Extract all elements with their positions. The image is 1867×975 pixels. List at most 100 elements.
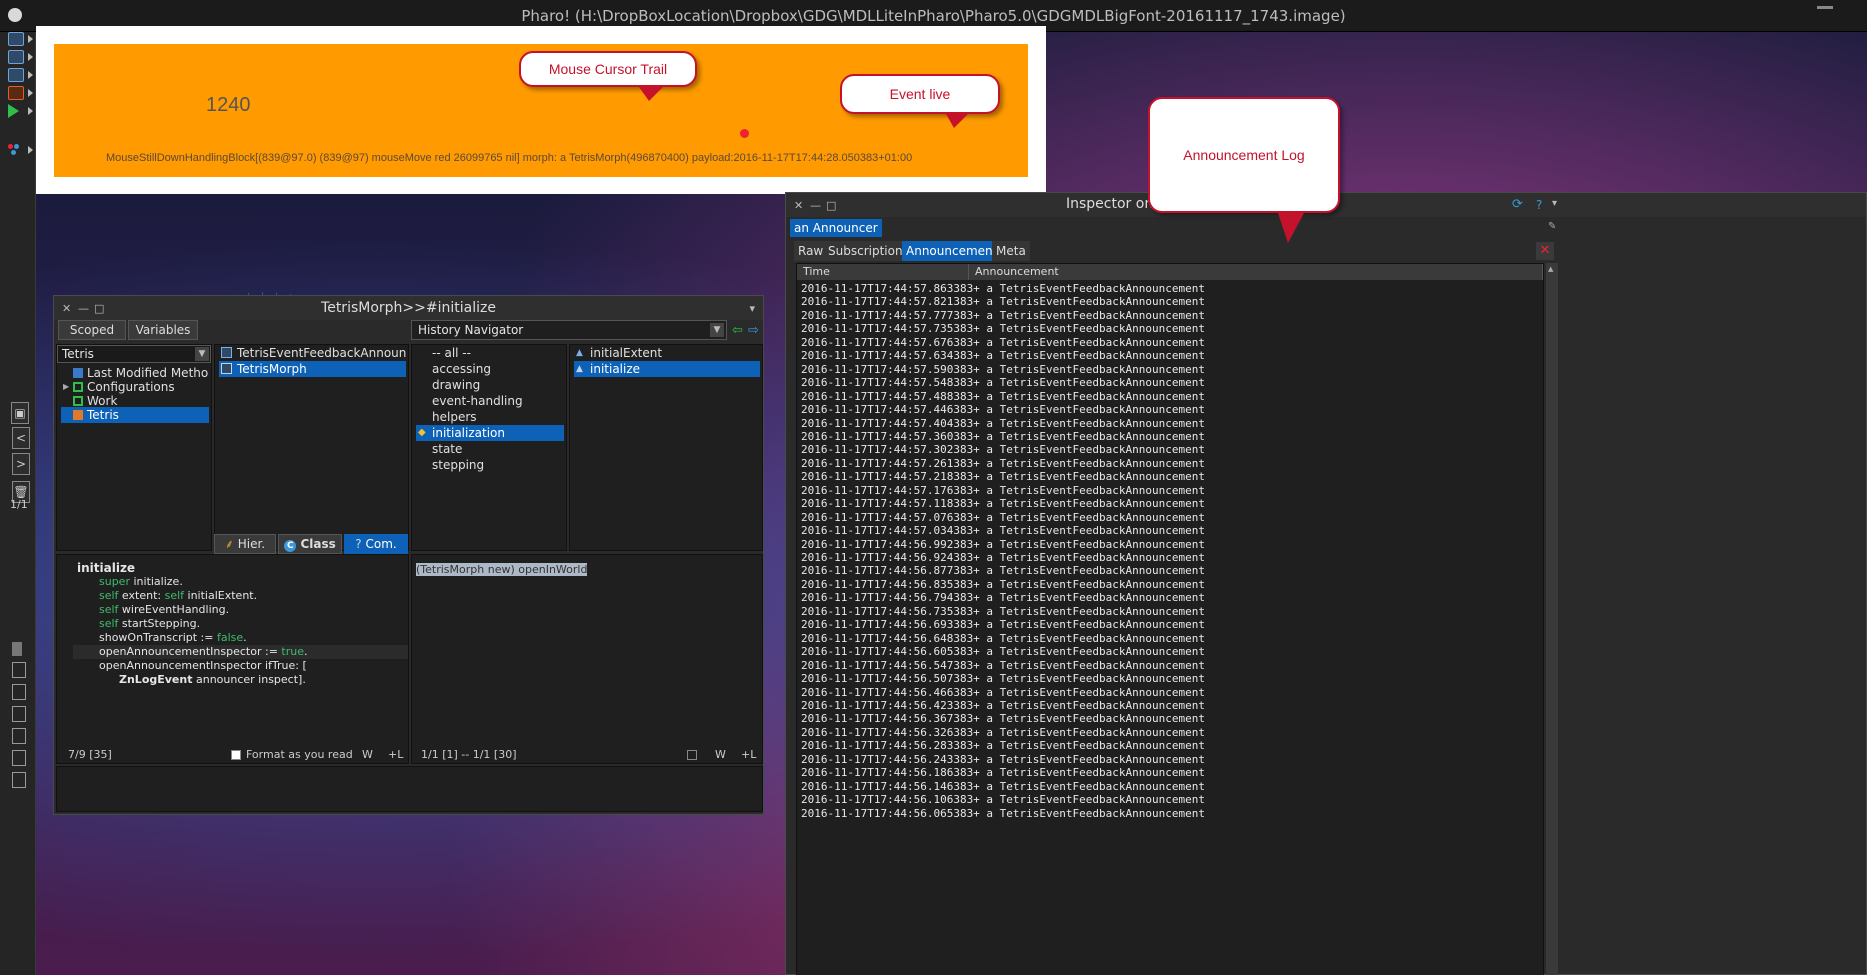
save-icon[interactable] [687,750,697,760]
class-item-selected[interactable]: TetrisMorph [219,361,406,377]
inspector-tool-icon[interactable] [8,50,24,64]
expand-arrow-icon[interactable] [28,71,33,79]
wrap-toggle[interactable]: W [362,746,373,764]
table-row[interactable]: 2016-11-17T17:44:57.777383+ a TetrisEven… [801,309,1205,322]
bottom-editor-pane[interactable] [56,766,763,812]
taskbar-window-thumb[interactable] [12,662,26,678]
protocol-item[interactable]: event-handling [416,393,564,409]
variables-button[interactable]: Variables [128,320,198,340]
table-row[interactable]: 2016-11-17T17:44:56.283383+ a TetrisEven… [801,739,1205,752]
table-row[interactable]: 2016-11-17T17:44:57.404383+ a TetrisEven… [801,417,1205,430]
table-row[interactable]: 2016-11-17T17:44:56.507383+ a TetrisEven… [801,672,1205,685]
browser-title-bar[interactable]: TetrisMorph>>#initialize [54,296,763,320]
table-row[interactable]: 2016-11-17T17:44:57.735383+ a TetrisEven… [801,322,1205,335]
table-row[interactable]: 2016-11-17T17:44:57.360383+ a TetrisEven… [801,430,1205,443]
chevron-down-icon[interactable]: ▼ [710,323,724,337]
workspace-tool-icon[interactable] [8,68,24,82]
table-row[interactable]: 2016-11-17T17:44:57.446383+ a TetrisEven… [801,403,1205,416]
expand-arrow-icon[interactable] [28,35,33,43]
table-row[interactable]: 2016-11-17T17:44:56.547383+ a TetrisEven… [801,659,1205,672]
table-row[interactable]: 2016-11-17T17:44:56.186383+ a TetrisEven… [801,766,1205,779]
expand-arrow-icon[interactable] [28,107,33,115]
table-row[interactable]: 2016-11-17T17:44:56.648383+ a TetrisEven… [801,632,1205,645]
table-row[interactable]: 2016-11-17T17:44:56.877383+ a TetrisEven… [801,564,1205,577]
previous-page-button[interactable]: < [12,427,30,449]
expand-arrow-icon[interactable] [28,89,33,97]
package-item-tetris[interactable]: Tetris [61,407,209,423]
code-editor[interactable]: initialize super initialize. self extent… [56,554,409,764]
maximize-icon[interactable]: □ [94,302,104,315]
table-row[interactable]: 2016-11-17T17:44:57.590383+ a TetrisEven… [801,363,1205,376]
comment-button[interactable]: ? Com. [344,534,408,554]
chevron-down-icon[interactable]: ▼ [195,347,209,361]
protocol-item[interactable]: accessing [416,361,564,377]
table-row[interactable]: 2016-11-17T17:44:57.261383+ a TetrisEven… [801,457,1205,470]
protocol-item-selected[interactable]: ◆ initialization [416,425,564,441]
scroll-up-arrow-icon[interactable]: ▲ [1548,265,1553,273]
class-item[interactable]: TetrisEventFeedbackAnnouncement [219,345,406,361]
column-header-announcement[interactable]: Announcement [969,264,1543,280]
taskbar-window-thumb[interactable] [12,706,26,722]
table-row[interactable]: 2016-11-17T17:44:56.605383+ a TetrisEven… [801,645,1205,658]
minimize-icon[interactable]: — [78,302,89,315]
tab-subscriptions[interactable]: Subscriptions [824,241,913,261]
table-row[interactable]: 2016-11-17T17:44:57.176383+ a TetrisEven… [801,484,1205,497]
class-side-button[interactable]: C Class [278,534,342,554]
table-row[interactable]: 2016-11-17T17:44:57.218383+ a TetrisEven… [801,470,1205,483]
protocol-item[interactable]: -- all -- [416,345,564,361]
line-numbers-toggle[interactable]: +L [388,746,403,764]
method-item-selected[interactable]: ▲ initialize [574,361,760,377]
history-forward-icon[interactable]: ⇨ [748,323,759,338]
close-icon[interactable]: ✕ [794,199,803,212]
protocol-item[interactable]: state [416,441,564,457]
package-filter-input[interactable]: Tetris ▼ [57,345,211,363]
table-row[interactable]: 2016-11-17T17:44:57.821383+ a TetrisEven… [801,295,1205,308]
help-icon[interactable]: ? [1536,198,1542,212]
tab-raw[interactable]: Raw [794,241,828,261]
close-pane-icon[interactable]: ✕ [1536,242,1554,260]
table-row[interactable]: 2016-11-17T17:44:57.634383+ a TetrisEven… [801,349,1205,362]
column-header-time[interactable]: Time [797,264,969,280]
table-row[interactable]: 2016-11-17T17:44:56.992383+ a TetrisEven… [801,538,1205,551]
expand-arrow-icon[interactable] [28,146,33,154]
table-row[interactable]: 2016-11-17T17:44:56.924383+ a TetrisEven… [801,551,1205,564]
table-row[interactable]: 2016-11-17T17:44:56.146383+ a TetrisEven… [801,780,1205,793]
table-row[interactable]: 2016-11-17T17:44:56.735383+ a TetrisEven… [801,605,1205,618]
wrap-toggle[interactable]: W [715,746,726,764]
table-row[interactable]: 2016-11-17T17:44:56.106383+ a TetrisEven… [801,793,1205,806]
taskbar-window-thumb[interactable] [12,750,26,766]
taskbar-window-thumb[interactable] [12,772,26,788]
tools-dots-icon[interactable] [8,144,20,156]
history-navigator-dropdown[interactable]: History Navigator ▼ [411,320,727,340]
scoped-button[interactable]: Scoped [58,320,126,340]
protocol-item[interactable]: drawing [416,377,564,393]
protocol-item[interactable]: helpers [416,409,564,425]
protocol-item[interactable]: stepping [416,457,564,473]
table-row[interactable]: 2016-11-17T17:44:57.548383+ a TetrisEven… [801,376,1205,389]
table-row[interactable]: 2016-11-17T17:44:57.676383+ a TetrisEven… [801,336,1205,349]
table-row[interactable]: 2016-11-17T17:44:57.118383+ a TetrisEven… [801,497,1205,510]
refresh-icon[interactable]: ⟳ [1512,197,1523,212]
table-row[interactable]: 2016-11-17T17:44:57.034383+ a TetrisEven… [801,524,1205,537]
taskbar-window-thumb[interactable] [12,728,26,744]
browser-tool-icon[interactable] [8,32,24,46]
table-row[interactable]: 2016-11-17T17:44:56.065383+ a TetrisEven… [801,807,1205,820]
expand-arrow-icon[interactable] [28,53,33,61]
line-numbers-toggle[interactable]: +L [741,746,756,764]
table-row[interactable]: 2016-11-17T17:44:56.466383+ a TetrisEven… [801,686,1205,699]
table-row[interactable]: 2016-11-17T17:44:56.423383+ a TetrisEven… [801,699,1205,712]
window-menu-icon[interactable]: ▾ [1552,198,1557,209]
table-row[interactable]: 2016-11-17T17:44:57.302383+ a TetrisEven… [801,443,1205,456]
maximize-icon[interactable]: □ [826,199,836,212]
edit-pencil-icon[interactable]: ✎ [1548,221,1556,232]
run-play-icon[interactable] [8,104,19,118]
history-back-icon[interactable]: ⇦ [732,323,743,338]
table-row[interactable]: 2016-11-17T17:44:56.326383+ a TetrisEven… [801,726,1205,739]
playground-editor[interactable]: (TetrisMorph new) openInWorld [411,554,763,764]
table-row[interactable]: 2016-11-17T17:44:57.488383+ a TetrisEven… [801,390,1205,403]
window-menu-icon[interactable]: ▾ [749,302,755,315]
minimize-icon[interactable] [1817,6,1833,9]
table-row[interactable]: 2016-11-17T17:44:57.076383+ a TetrisEven… [801,511,1205,524]
table-row[interactable]: 2016-11-17T17:44:56.693383+ a TetrisEven… [801,618,1205,631]
tab-meta[interactable]: Meta [992,241,1030,261]
